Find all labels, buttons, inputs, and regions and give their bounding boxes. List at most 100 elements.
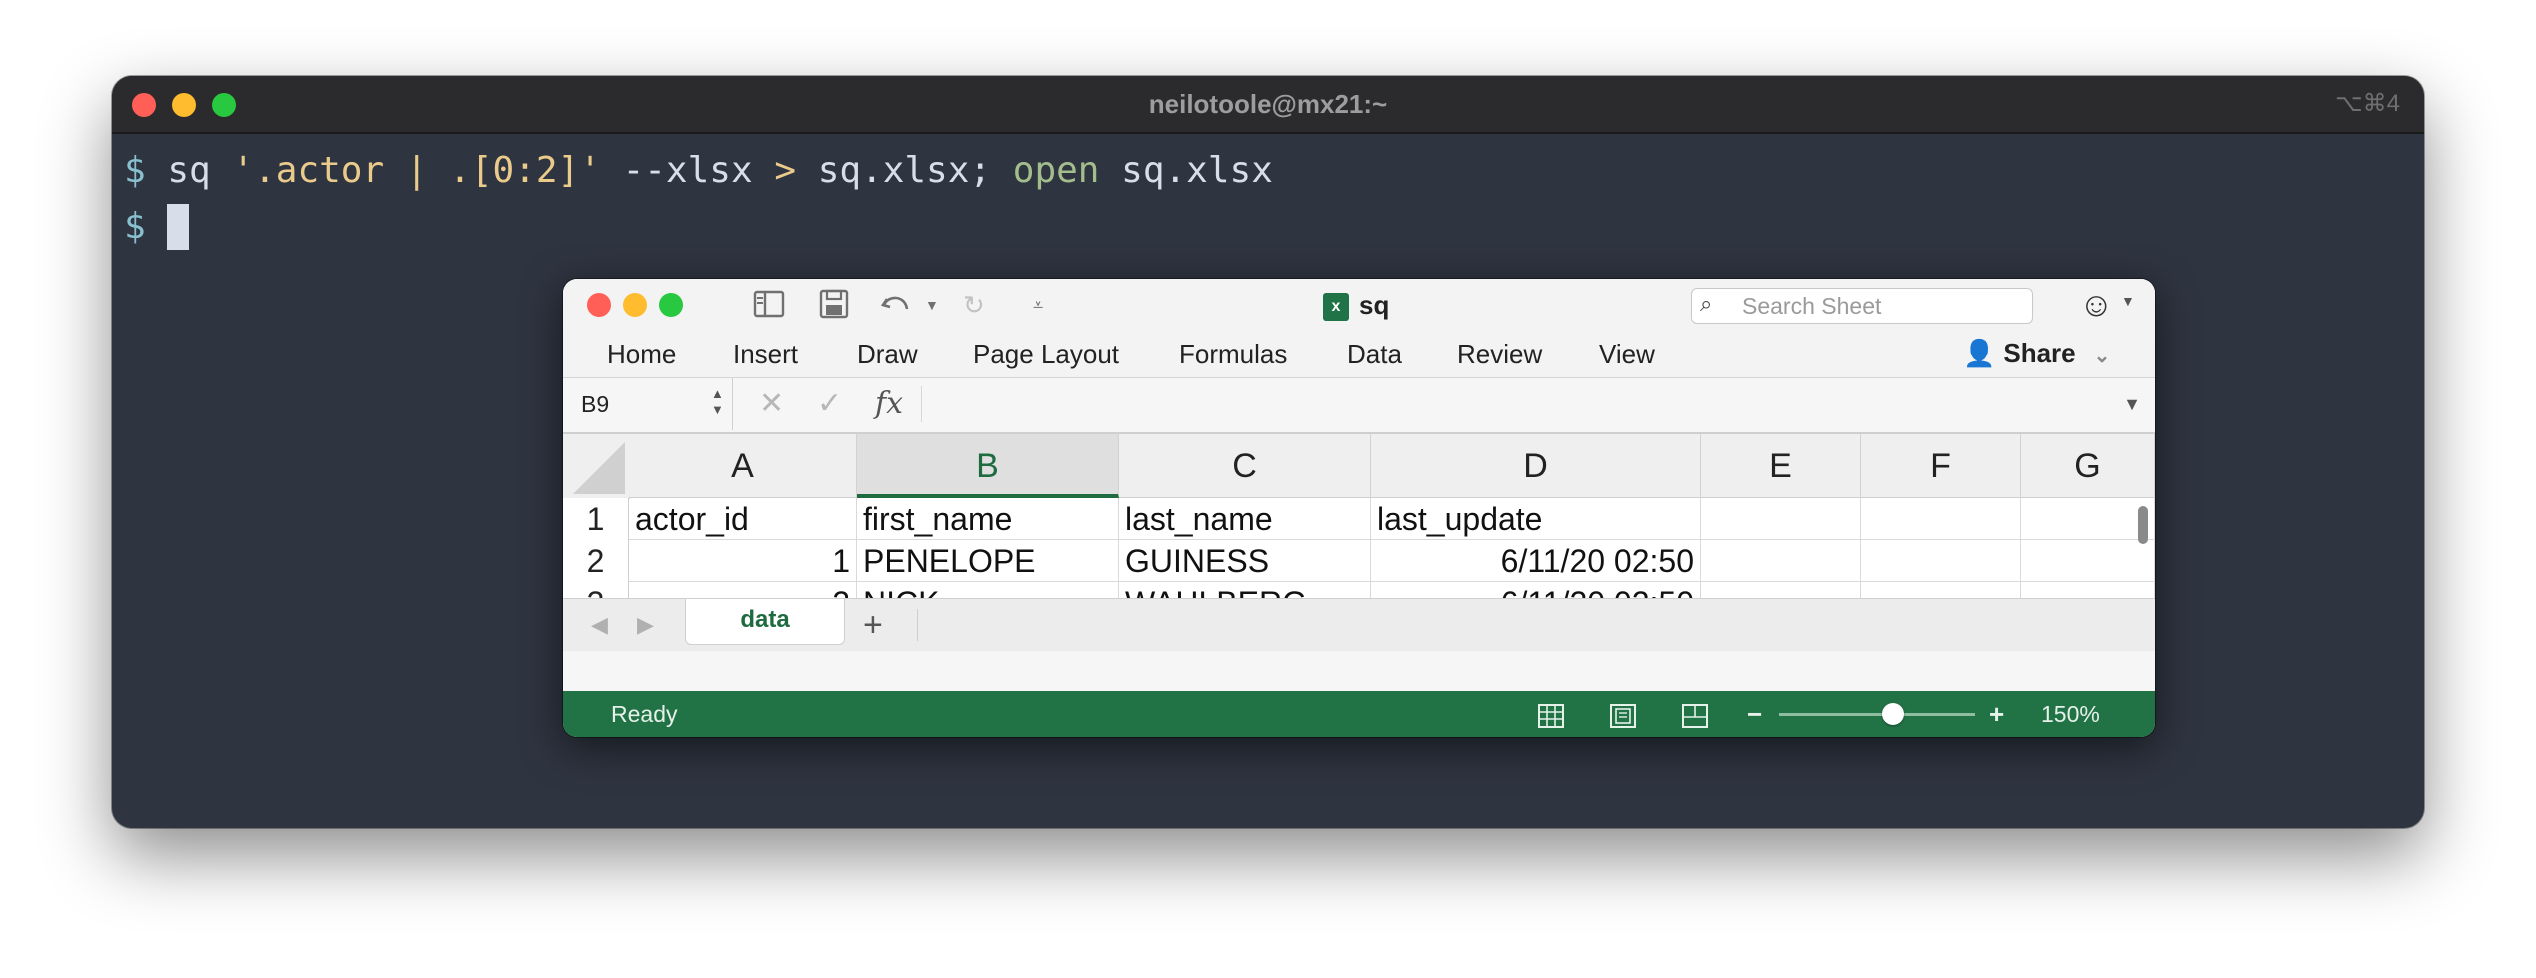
normal-view-icon[interactable] — [1537, 691, 1565, 737]
zoom-out-icon[interactable]: − — [1747, 691, 1762, 737]
cell-g2[interactable] — [2021, 540, 2155, 582]
tab-view[interactable]: View — [1599, 331, 1655, 377]
cell-g1[interactable] — [2021, 498, 2155, 540]
cell-c1[interactable]: last_name — [1119, 498, 1371, 540]
zoom-level[interactable]: 150% — [2041, 691, 2100, 737]
redirect-operator: > — [774, 150, 796, 191]
tab-data[interactable]: Data — [1347, 331, 1402, 377]
column-header-d[interactable]: D — [1371, 434, 1701, 498]
sidebar-toggle-icon[interactable] — [753, 289, 785, 321]
column-header-f[interactable]: F — [1861, 434, 2021, 498]
zoom-in-icon[interactable]: + — [1989, 691, 2004, 737]
formula-bar: B9 ▲ ▼ ✕ ✓ fx ▼ — [563, 378, 2155, 434]
search-icon: ⌕ — [1700, 291, 1713, 316]
tab-draw[interactable]: Draw — [857, 331, 918, 377]
chevron-down-icon[interactable]: ▼ — [2121, 293, 2135, 309]
column-header-g[interactable]: G — [2021, 434, 2155, 498]
cell-b2[interactable]: PENELOPE — [857, 540, 1119, 582]
cell-a3[interactable]: 2 — [629, 582, 857, 598]
shell-prompt: $ — [124, 206, 146, 247]
tab-insert[interactable]: Insert — [733, 331, 798, 377]
enter-checkmark-icon[interactable]: ✓ — [817, 378, 842, 430]
column-header-c[interactable]: C — [1119, 434, 1371, 498]
text-cursor — [167, 204, 190, 250]
tab-divider — [917, 609, 918, 641]
sheet-tab-data[interactable]: data — [685, 599, 845, 645]
document-title: x sq — [1323, 287, 1389, 323]
terminal-line-2[interactable]: $ — [124, 202, 190, 252]
open-file: sq.xlsx — [1121, 150, 1273, 191]
tab-shortcut-label: ⌥⌘4 — [2334, 90, 2400, 117]
status-bar: Ready − + 150% — [563, 691, 2155, 737]
row-header-3[interactable]: 3 — [563, 582, 629, 598]
customize-toolbar-icon[interactable]: ⩡ — [1033, 289, 1043, 321]
search-placeholder: Search Sheet — [1742, 293, 1882, 319]
add-sheet-button[interactable]: + — [863, 599, 883, 651]
tab-page-layout[interactable]: Page Layout — [973, 331, 1119, 377]
column-header-b[interactable]: B — [857, 434, 1119, 498]
zoom-slider-handle[interactable] — [1881, 703, 1904, 725]
name-box[interactable]: B9 ▲ ▼ — [563, 378, 733, 430]
tab-review[interactable]: Review — [1457, 331, 1542, 377]
cell-f2[interactable] — [1861, 540, 2021, 582]
tab-home[interactable]: Home — [607, 331, 676, 377]
zoom-slider-track[interactable] — [1779, 713, 1975, 716]
row-header-1[interactable]: 1 — [563, 498, 629, 540]
minimize-button[interactable] — [623, 293, 647, 317]
cell-b1[interactable]: first_name — [857, 498, 1119, 540]
cell-e3[interactable] — [1701, 582, 1861, 598]
insert-function-button[interactable]: fx — [875, 378, 903, 430]
save-icon[interactable] — [819, 289, 849, 321]
cell-e2[interactable] — [1701, 540, 1861, 582]
feedback-smiley-icon[interactable]: ☺ — [2079, 285, 2114, 325]
cell-d3[interactable]: 6/11/20 02:50 — [1371, 582, 1701, 598]
add-person-icon: 👤 — [1963, 338, 1996, 368]
redo-icon[interactable]: ↻ — [963, 289, 985, 321]
terminal-titlebar: neilotoole@mx21:~ ⌥⌘4 — [112, 76, 2424, 134]
column-header-a[interactable]: A — [629, 434, 857, 498]
select-all-button[interactable] — [563, 434, 630, 499]
undo-icon[interactable] — [879, 289, 913, 321]
column-header-e[interactable]: E — [1701, 434, 1861, 498]
cell-f3[interactable] — [1861, 582, 2021, 598]
previous-sheet-icon[interactable]: ◀ — [591, 599, 608, 651]
open-command: open — [1012, 150, 1100, 191]
cell-c3[interactable]: WAHLBERG — [1119, 582, 1371, 598]
cell-f1[interactable] — [1861, 498, 2021, 540]
page-break-view-icon[interactable] — [1681, 691, 1709, 737]
tab-formulas[interactable]: Formulas — [1179, 331, 1287, 377]
cell-a2[interactable]: 1 — [629, 540, 857, 582]
expand-formula-icon[interactable]: ▼ — [2123, 394, 2141, 415]
excel-titlebar: ▼ ↻ ⩡ x sq ⌕ Search Sheet ☺ ▼ — [563, 279, 2155, 331]
terminal-line-1: $ sq '.actor | .[0:2]' --xlsx > sq.xlsx;… — [124, 146, 1273, 196]
row-header-2[interactable]: 2 — [563, 540, 629, 582]
formula-input[interactable] — [921, 386, 2122, 422]
command-name: sq — [167, 150, 211, 191]
command-flag: --xlsx — [622, 150, 753, 191]
vertical-scrollbar[interactable] — [2138, 506, 2148, 544]
cell-d1[interactable]: last_update — [1371, 498, 1701, 540]
ribbon-tabs: Home Insert Draw Page Layout Formulas Da… — [563, 331, 2155, 378]
name-box-stepper-icon[interactable]: ▲ ▼ — [711, 386, 724, 418]
cell-a1[interactable]: actor_id — [629, 498, 857, 540]
spreadsheet-grid: A B C D E F G 1 2 3 4 actor_id first_nam… — [563, 434, 2155, 598]
cell-g3[interactable] — [2021, 582, 2155, 598]
cell-e1[interactable] — [1701, 498, 1861, 540]
status-text: Ready — [611, 701, 678, 727]
page-layout-view-icon[interactable] — [1609, 691, 1637, 737]
search-sheet-input[interactable]: ⌕ Search Sheet — [1691, 288, 2033, 324]
output-file: sq.xlsx; — [817, 150, 992, 191]
cell-c2[interactable]: GUINESS — [1119, 540, 1371, 582]
cell-b3[interactable]: NICK — [857, 582, 1119, 598]
zoom-button[interactable] — [659, 293, 683, 317]
cancel-icon[interactable]: ✕ — [759, 378, 784, 430]
next-sheet-icon[interactable]: ▶ — [637, 599, 654, 651]
close-button[interactable] — [587, 293, 611, 317]
shell-prompt: $ — [124, 150, 146, 191]
terminal-title: neilotoole@mx21:~ — [1148, 89, 1388, 119]
undo-dropdown-icon[interactable]: ▼ — [925, 289, 939, 321]
cell-d2[interactable]: 6/11/20 02:50 — [1371, 540, 1701, 582]
share-button[interactable]: 👤 Share ⌄ — [1963, 331, 2110, 377]
sheet-tab-bar: ◀ ▶ data + — [563, 598, 2155, 651]
chevron-down-icon: ⌄ — [2093, 345, 2111, 367]
